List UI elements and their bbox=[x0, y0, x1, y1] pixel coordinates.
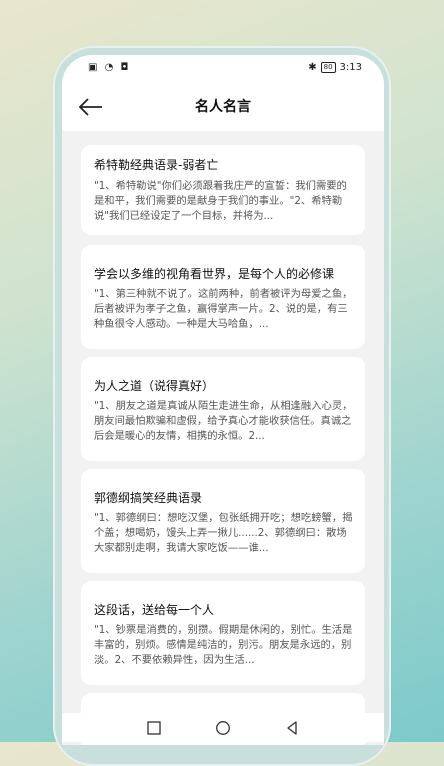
card-title: 希特勒经典语录-弱者亡 bbox=[94, 158, 219, 172]
triangle-back-icon[interactable] bbox=[284, 720, 300, 736]
card-snippet: "1、郭德纲曰：想吃汉堡，包张纸拥开吃；想吃螃蟹，揭个盖；想喝奶，馒头上弄一揪儿… bbox=[94, 512, 353, 554]
circle-home-icon[interactable] bbox=[215, 720, 231, 736]
battery-icon: 80 bbox=[320, 62, 336, 73]
square-recents-icon[interactable] bbox=[146, 720, 162, 736]
quote-card[interactable]: 为人之道（说得真好） "1、朋友之道是真诚从陌生走进生命，从相逢融入心灵，朋友间… bbox=[81, 357, 365, 461]
bluetooth-icon: ✱ bbox=[308, 62, 317, 73]
card-title: 为人之道（说得真好） bbox=[94, 379, 215, 393]
status-left-icons: ▣ ◔ ◘ bbox=[88, 62, 131, 73]
card-snippet: "1、希特勒说"你们必须跟着我庄严的宣誓：我们需要的是和平，我们需要的是献身于我… bbox=[94, 180, 347, 222]
quote-card[interactable]: 郭德纲搞笑经典语录 "1、郭德纲曰：想吃汉堡，包张纸拥开吃；想吃螃蟹，揭个盖；想… bbox=[81, 469, 365, 573]
quote-card[interactable]: 这段话，送给每一个人 "1、钞票是消费的，别攒。假期是休闲的，别忙。生活是丰富的… bbox=[81, 581, 365, 685]
quote-card[interactable]: 希特勒经典语录-弱者亡 "1、希特勒说"你们必须跟着我庄严的宣誓：我们需要的是和… bbox=[81, 145, 365, 235]
quote-card[interactable]: 学会以多维的视角看世界，是每个人的必修课 "1、第三种就不说了。这前两种，前者被… bbox=[81, 245, 365, 349]
card-snippet: "1、朋友之道是真诚从陌生走进生命，从相逢融入心灵，朋友间最怕欺骗和虚假，给予真… bbox=[94, 400, 353, 442]
page-title: 名人名言 bbox=[195, 99, 251, 115]
status-time: 3:13 bbox=[339, 62, 362, 73]
app-bar: 名人名言 bbox=[62, 83, 384, 131]
app-screen: ▣ ◔ ◘ ✱ 80 3:13 名人名言 希特勒经典语录-弱者亡 "1、希特勒说… bbox=[62, 55, 384, 745]
card-title: 这段话，送给每一个人 bbox=[94, 603, 215, 617]
card-snippet: "1、钞票是消费的，别攒。假期是休闲的，别忙。生活是丰富的，别烦。感情是纯洁的，… bbox=[94, 624, 353, 666]
status-right: ✱ 80 3:13 bbox=[308, 62, 362, 73]
card-snippet: "1、第三种就不说了。这前两种，前者被评为母爱之鱼，后者被评为孝子之鱼，赢得掌声… bbox=[94, 288, 353, 330]
card-title: 学会以多维的视角看世界，是每个人的必修课 bbox=[94, 267, 335, 281]
card-title: 郭德纲搞笑经典语录 bbox=[94, 491, 203, 505]
status-bar: ▣ ◔ ◘ ✱ 80 3:13 bbox=[62, 55, 384, 83]
system-nav-bar bbox=[62, 713, 384, 742]
